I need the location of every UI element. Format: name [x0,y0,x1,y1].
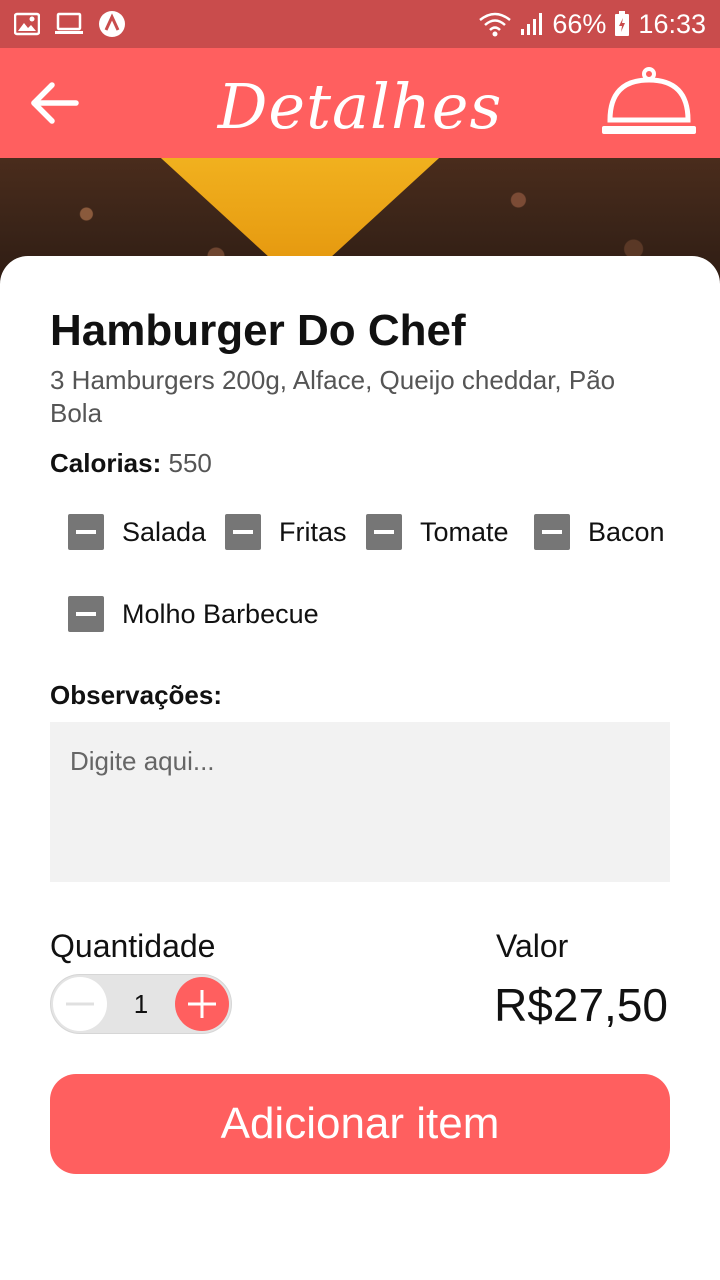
image-icon [14,12,40,36]
add-item-button[interactable]: Adicionar item [50,1074,670,1174]
observations-input[interactable] [50,722,670,882]
cloche-button[interactable] [600,66,698,140]
option-label: Tomate [420,516,509,547]
calories: Calorias: 550 [50,448,212,479]
checkbox-indeterminate-icon[interactable] [68,514,104,550]
quantity-stepper: 1 [50,974,232,1034]
plus-icon [188,990,216,1018]
battery-icon [614,11,630,37]
option-fritas[interactable]: Fritas [225,514,347,550]
quantity-label: Quantidade [50,928,216,964]
option-label: Molho Barbecue [122,598,319,629]
option-salada[interactable]: Salada [68,514,206,550]
status-bar: 66% 16:33 [0,0,720,48]
status-time: 16:33 [638,8,706,39]
details-card: Hamburger Do Chef 3 Hamburgers 200g, Alf… [0,256,720,1280]
price-label: Valor [496,928,569,964]
header-bar: Detalhes [0,48,720,158]
status-right: 66% 16:33 [478,9,706,40]
cloche-icon [602,67,696,134]
checkbox-indeterminate-icon[interactable] [225,514,261,550]
checkbox-indeterminate-icon[interactable] [68,596,104,632]
product-description: 3 Hamburgers 200g, Alface, Queijo chedda… [50,365,616,428]
checkbox-indeterminate-icon[interactable] [534,514,570,550]
option-label: Salada [122,516,207,547]
signal-icon [520,12,544,36]
observations-label: Observações: [50,680,222,710]
status-left [14,10,126,38]
increment-button[interactable] [175,977,229,1031]
calories-value: 550 [168,448,212,478]
product-name: Hamburger Do Chef [50,306,466,355]
option-bacon[interactable]: Bacon [534,514,665,550]
wifi-icon [478,11,512,37]
battery-percent: 66% [552,8,607,39]
cast-icon [54,12,84,36]
price-value: R$27,50 [494,979,668,1031]
checkbox-indeterminate-icon[interactable] [366,514,402,550]
app-badge-icon [98,10,126,38]
option-molho-barbecue[interactable]: Molho Barbecue [68,596,319,632]
calories-label: Calorias: [50,448,162,478]
option-label: Fritas [279,516,347,547]
cheese-drip [150,158,450,258]
option-label: Bacon [588,516,665,547]
option-tomate[interactable]: Tomate [366,514,509,550]
